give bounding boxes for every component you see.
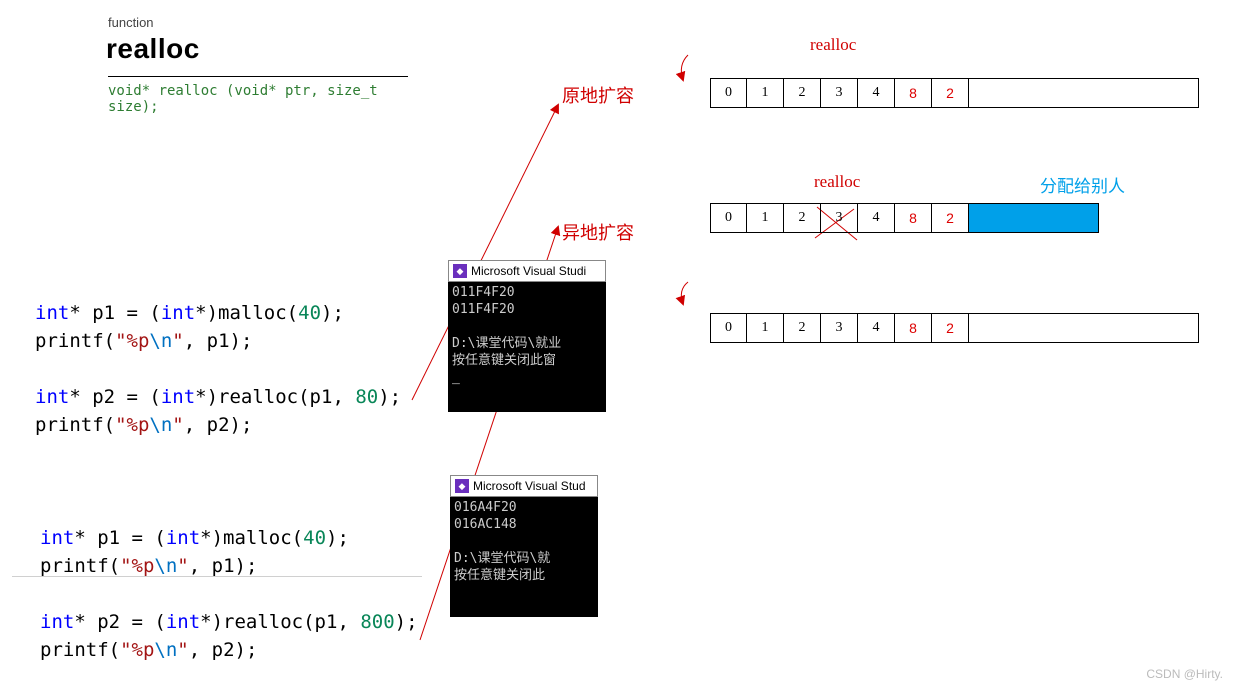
memory-row-2: 0 1 2 3 4 8 2 <box>710 203 1099 233</box>
code-block-1: int* p1 = (int*)malloc(40); printf("%p\n… <box>35 271 401 439</box>
label-realloc-2: realloc <box>814 172 860 192</box>
console-1: ◆ Microsoft Visual Studi 011F4F20 011F4F… <box>448 260 606 412</box>
vs-icon: ◆ <box>455 479 469 493</box>
label-inplace: 原地扩容 <box>562 82 634 108</box>
code-block-2: int* p1 = (int*)malloc(40); printf("%p\n… <box>40 496 418 664</box>
label-realloc-1: realloc <box>810 35 856 55</box>
label-relocate: 异地扩容 <box>562 219 634 245</box>
label-given-away: 分配给别人 <box>1040 172 1125 197</box>
code2-separator <box>12 576 422 577</box>
vs-icon: ◆ <box>453 264 467 278</box>
console-2: ◆ Microsoft Visual Stud 016A4F20 016AC14… <box>450 475 598 617</box>
watermark: CSDN @Hirty. <box>1146 667 1223 681</box>
memory-row-1: 0 1 2 3 4 8 2 <box>710 78 1199 108</box>
memory-row-3: 0 1 2 3 4 8 2 <box>710 313 1199 343</box>
allocated-block <box>969 203 1099 233</box>
